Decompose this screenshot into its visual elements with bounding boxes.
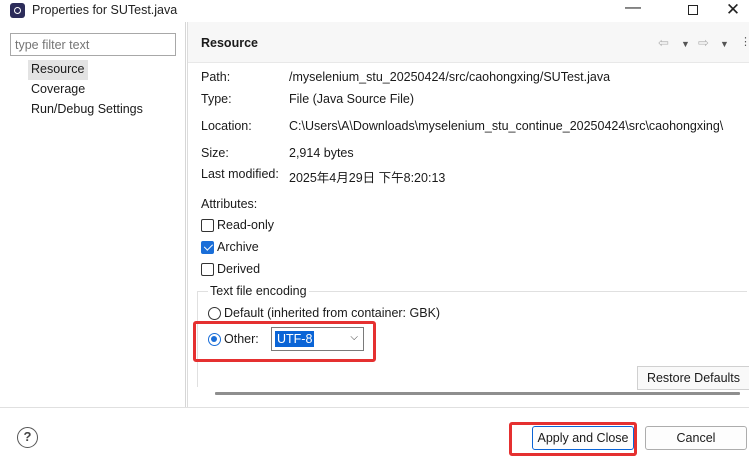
tree-item-run-debug-settings[interactable]: Run/Debug Settings bbox=[28, 100, 146, 120]
checkbox-unchecked-icon bbox=[201, 218, 214, 232]
derived-checkbox[interactable]: Derived bbox=[201, 262, 260, 276]
type-label: Type: bbox=[201, 92, 232, 106]
cancel-button[interactable]: Cancel bbox=[645, 426, 747, 450]
forward-arrow-icon[interactable]: ⇨ bbox=[698, 35, 709, 51]
size-value: 2,914 bytes bbox=[289, 146, 354, 160]
category-pane: Resource Coverage Run/Debug Settings bbox=[0, 22, 186, 407]
properties-page: Resource ⇦ ▼ ⇨ ▼ ⋮ Path: /myselenium_stu… bbox=[187, 22, 749, 407]
type-value: File (Java Source File) bbox=[289, 92, 415, 106]
minimize-button[interactable]: — bbox=[610, 0, 656, 22]
eclipse-app-icon bbox=[10, 3, 25, 18]
read-only-label: Read-only bbox=[217, 218, 274, 232]
archive-checkbox[interactable]: Archive bbox=[201, 240, 259, 254]
text-encoding-group-title: Text file encoding bbox=[208, 284, 309, 298]
derived-label: Derived bbox=[217, 262, 261, 276]
path-label: Path: bbox=[201, 70, 231, 84]
path-value: /myselenium_stu_20250424/src/caohongxing… bbox=[289, 70, 611, 84]
last-modified-value: 2025年4月29日 下午8:20:13 bbox=[289, 171, 446, 185]
horizontal-scrollbar[interactable] bbox=[215, 392, 740, 395]
read-only-checkbox[interactable]: Read-only bbox=[201, 218, 274, 232]
checkbox-checked-icon bbox=[201, 240, 214, 254]
close-button[interactable]: ✕ bbox=[710, 0, 749, 22]
back-dropdown-icon[interactable]: ▼ bbox=[681, 39, 690, 49]
page-title: Resource bbox=[201, 36, 258, 50]
back-arrow-icon[interactable]: ⇦ bbox=[658, 35, 669, 51]
attributes-label: Attributes: bbox=[201, 197, 258, 211]
title-bar: Properties for SUTest.java — ✕ bbox=[0, 0, 749, 22]
forward-dropdown-icon[interactable]: ▼ bbox=[720, 39, 729, 49]
location-label: Location: bbox=[201, 119, 252, 133]
filter-input[interactable] bbox=[10, 33, 176, 56]
checkbox-unchecked-icon bbox=[201, 262, 214, 276]
restore-defaults-button[interactable]: Restore Defaults bbox=[637, 366, 749, 390]
window-title: Properties for SUTest.java bbox=[32, 3, 178, 17]
help-icon[interactable]: ? bbox=[17, 427, 38, 448]
last-modified-label: Last modified: bbox=[201, 167, 279, 181]
radio-unselected-icon bbox=[208, 306, 221, 320]
view-menu-icon[interactable]: ⋮ bbox=[740, 35, 749, 48]
location-value: C:\Users\A\Downloads\myselenium_stu_cont… bbox=[289, 119, 724, 133]
category-tree: Resource Coverage Run/Debug Settings bbox=[28, 60, 146, 120]
default-encoding-radio[interactable]: Default (inherited from container: GBK) bbox=[208, 306, 440, 320]
archive-label: Archive bbox=[217, 240, 259, 254]
apply-close-highlight bbox=[509, 422, 637, 456]
other-encoding-highlight bbox=[193, 321, 376, 362]
tree-item-coverage[interactable]: Coverage bbox=[28, 80, 88, 100]
maximize-icon bbox=[688, 5, 698, 15]
default-encoding-label: Default (inherited from container: GBK) bbox=[224, 306, 441, 320]
tree-item-resource[interactable]: Resource bbox=[28, 60, 88, 80]
page-body: Path: /myselenium_stu_20250424/src/caoho… bbox=[188, 62, 749, 407]
size-label: Size: bbox=[201, 146, 229, 160]
button-bar: ? Apply and Close Cancel bbox=[0, 407, 749, 456]
page-header: Resource ⇦ ▼ ⇨ ▼ ⋮ bbox=[188, 22, 749, 62]
